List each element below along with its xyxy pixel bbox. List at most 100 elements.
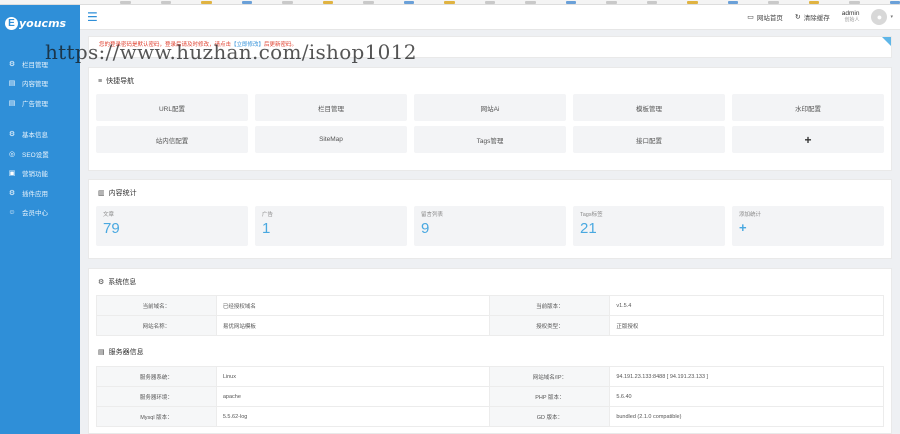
table-cell-value: apache xyxy=(215,386,491,407)
site-home-label: 网站首页 xyxy=(756,15,783,22)
document-icon: ▤ xyxy=(8,80,16,88)
table-cell-key: 当前域名： xyxy=(96,295,217,316)
table-cell-value: v1.5.4 xyxy=(609,295,884,316)
stat-label: 广告 xyxy=(262,212,274,218)
quick-nav-templates[interactable]: 模板管理 xyxy=(573,94,725,121)
notice-corner-mark xyxy=(882,37,891,46)
menu-toggle-icon[interactable]: ☰ xyxy=(87,10,98,24)
clear-cache-link[interactable]: ↻ 清除缓存 xyxy=(795,12,830,22)
notice-mid: ，请点击 xyxy=(209,42,232,48)
quick-nav-title-text: 快捷导航 xyxy=(106,78,135,85)
sidebar-item-label: 内容管理 xyxy=(22,81,48,89)
sidebar-item-ads[interactable]: ▤ 广告管理 xyxy=(0,93,80,113)
list-icon: ≡ xyxy=(98,77,103,85)
quick-nav-watermark[interactable]: 水印配置 xyxy=(732,94,884,121)
stat-card-messages[interactable]: 留言列表 9 xyxy=(414,206,566,246)
sidebar-item-members[interactable]: ☺ 会员中心 xyxy=(0,203,80,223)
server-info-title-text: 服务器信息 xyxy=(108,349,144,356)
table-cell-key: 服务器系统： xyxy=(96,366,217,387)
stat-value: 9 xyxy=(421,220,430,237)
quick-nav-columns[interactable]: 栏目管理 xyxy=(255,94,407,121)
sidebar-group-settings: ⚙ 基本信息 ◎ SEO设置 ▣ 营销功能 ⚙ 插件应用 ☺ 会员中心 xyxy=(0,125,80,223)
system-info-table: 当前域名： 已经授权域名 当前版本： v1.5.4 网站名称： 易优网站模板 授… xyxy=(96,295,884,336)
sidebar-item-seo[interactable]: ◎ SEO设置 xyxy=(0,144,80,164)
table-cell-value: bundled (2.1.0 compatible) xyxy=(609,406,884,427)
megaphone-icon: ▣ xyxy=(8,170,16,178)
gear-icon: ⚙ xyxy=(8,131,16,139)
chevron-down-icon[interactable]: ▾ xyxy=(890,14,893,20)
sidebar-item-marketing[interactable]: ▣ 营销功能 xyxy=(0,164,80,184)
quick-nav-url-config[interactable]: URL配置 xyxy=(96,94,248,121)
user-role: 创始人 xyxy=(844,16,860,23)
quick-nav-sitemap[interactable]: SiteMap xyxy=(255,126,407,153)
stat-card-tags[interactable]: Tags标签 21 xyxy=(573,206,725,246)
stats-title: ▥ 内容统计 xyxy=(89,180,891,206)
sidebar-item-columns[interactable]: ⚙ 栏目管理 xyxy=(0,54,80,74)
notice-link[interactable]: 【立即修改】 xyxy=(231,42,264,48)
sidebar-item-label: SEO设置 xyxy=(22,151,49,159)
quick-nav-ai[interactable]: 网站Ai xyxy=(414,94,566,121)
top-bar: ☰ ▭ 网站首页 ↻ 清除缓存 admin 创始人 ● ▾ xyxy=(80,5,900,30)
stats-panel: ▥ 内容统计 文章 79 广告 1 留言列表 9 Tags标签 21 添加统计 … xyxy=(88,179,892,259)
quick-nav-tags[interactable]: Tags管理 xyxy=(414,126,566,153)
table-cell-value: 94.191.23.133:8488 [ 94.191.23.133 ] xyxy=(609,366,884,387)
quick-nav-messages[interactable]: 站内信配置 xyxy=(96,126,248,153)
site-home-link[interactable]: ▭ 网站首页 xyxy=(747,12,783,22)
table-row: 服务器系统： Linux 网站域名/IP： 94.191.23.133:8488… xyxy=(96,366,884,387)
user-info[interactable]: admin 创始人 xyxy=(842,10,860,23)
logo[interactable]: E youcms xyxy=(0,5,80,41)
password-notice: 您的登录密码是默认密码，登录后请及时修改，请点击【立即修改】后更新密码。 xyxy=(88,36,892,58)
server-info-table: 服务器系统： Linux 网站域名/IP： 94.191.23.133:8488… xyxy=(96,366,884,427)
quick-nav-panel: ≡ 快捷导航 URL配置 栏目管理 网站Ai 模板管理 水印配置 站内信配置 S… xyxy=(88,67,892,171)
table-row: Mysql 版本： 5.5.62-log GD 版本： bundled (2.1… xyxy=(96,406,884,427)
table-cell-key: 服务器环境： xyxy=(96,386,217,407)
sidebar-item-label: 会员中心 xyxy=(22,210,48,218)
table-row: 网站名称： 易优网站模板 授权类型： 正版授权 xyxy=(96,315,884,336)
refresh-icon: ↻ xyxy=(794,14,801,21)
sidebar-item-content[interactable]: ▤ 内容管理 xyxy=(0,74,80,94)
table-cell-value: 5.5.62-log xyxy=(215,406,491,427)
user-icon: ☺ xyxy=(8,208,16,216)
stat-card-ads[interactable]: 广告 1 xyxy=(255,206,407,246)
system-info-title: ⚙ 系统信息 xyxy=(89,269,891,295)
stat-value: 79 xyxy=(103,220,120,237)
avatar[interactable]: ● xyxy=(871,9,888,25)
quick-nav-add-button[interactable]: + xyxy=(732,126,884,153)
table-row: 当前域名： 已经授权域名 当前版本： v1.5.4 xyxy=(96,295,884,316)
monitor-icon: ▭ xyxy=(747,14,754,21)
sidebar-item-label: 广告管理 xyxy=(22,100,48,108)
table-cell-value: 5.6.40 xyxy=(609,386,884,407)
notice-prefix: 您的登录密码是默认密码，登录后请及时修改 xyxy=(99,42,210,48)
server-icon: ▤ xyxy=(98,349,105,356)
logo-text: youcms xyxy=(19,16,67,30)
table-cell-value: 已经授权域名 xyxy=(215,295,491,316)
top-bar-actions: ▭ 网站首页 ↻ 清除缓存 admin 创始人 ● ▾ xyxy=(747,9,900,25)
sidebar-item-label: 基本信息 xyxy=(22,132,48,140)
stat-card-articles[interactable]: 文章 79 xyxy=(96,206,248,246)
system-info-panel: ⚙ 系统信息 当前域名： 已经授权域名 当前版本： v1.5.4 网站名称： 易… xyxy=(88,268,892,434)
stat-card-add[interactable]: 添加统计 + xyxy=(732,206,884,246)
table-cell-key: Mysql 版本： xyxy=(96,406,217,427)
sidebar-item-plugins[interactable]: ⚙ 插件应用 xyxy=(0,183,80,203)
document-icon: ▤ xyxy=(8,99,16,107)
sidebar: E youcms ⚙ 栏目管理 ▤ 内容管理 ▤ 广告管理 ⚙ 基本信息 ◎ S… xyxy=(0,5,80,434)
table-row: 服务器环境： apache PHP 版本： 5.6.40 xyxy=(96,386,884,407)
table-cell-value: 易优网站模板 xyxy=(215,315,491,336)
stat-label: 添加统计 xyxy=(739,212,762,218)
quick-nav-title: ≡ 快捷导航 xyxy=(89,68,891,94)
logo-mark: E xyxy=(5,16,18,30)
stats-grid: 文章 79 广告 1 留言列表 9 Tags标签 21 添加统计 + xyxy=(89,206,891,246)
bar-chart-icon: ▥ xyxy=(98,190,105,197)
quick-nav-grid: URL配置 栏目管理 网站Ai 模板管理 水印配置 站内信配置 SiteMap … xyxy=(89,94,891,153)
table-cell-value: Linux xyxy=(215,366,491,387)
system-info-title-text: 系统信息 xyxy=(108,279,137,286)
table-cell-key: 网站名称： xyxy=(96,315,217,336)
gear-icon: ⚙ xyxy=(8,189,16,197)
table-cell-key: 授权类型： xyxy=(489,315,611,336)
sidebar-group-content: ⚙ 栏目管理 ▤ 内容管理 ▤ 广告管理 xyxy=(0,54,80,113)
table-cell-key: GD 版本： xyxy=(489,406,611,427)
sidebar-item-basic-info[interactable]: ⚙ 基本信息 xyxy=(0,125,80,145)
table-cell-key: 当前版本： xyxy=(489,295,611,316)
table-cell-value: 正版授权 xyxy=(609,315,884,336)
quick-nav-api-config[interactable]: 接口配置 xyxy=(573,126,725,153)
